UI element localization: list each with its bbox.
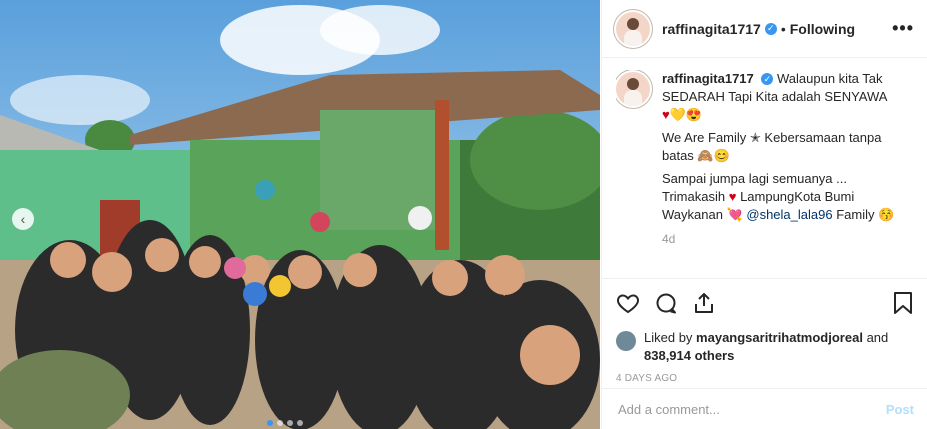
bookmark-icon[interactable]: [892, 291, 914, 315]
caption-text: raffinagita1717 ✓ Walaupun kita Tak SEDA…: [662, 70, 910, 224]
following-button[interactable]: Following: [790, 21, 855, 37]
heart-emoji: ♥: [728, 189, 737, 204]
post-actions: Liked by mayangsaritrihatmodjoreal and 8…: [602, 278, 927, 384]
carousel-dot: [297, 420, 303, 426]
liker-avatar[interactable]: [616, 331, 636, 351]
caption: raffinagita1717 ✓ Walaupun kita Tak SEDA…: [616, 70, 914, 224]
add-comment-bar: Post: [602, 388, 927, 429]
more-options-icon[interactable]: •••: [892, 18, 914, 39]
mention-link[interactable]: @shela_lala96: [746, 207, 832, 222]
carousel-dot: [287, 420, 293, 426]
heart-arrow-emoji: 💘: [726, 207, 743, 222]
separator-bullet: •: [780, 20, 786, 37]
post-photo[interactable]: ‹: [0, 0, 600, 429]
caption-text-part: Trimakasih: [662, 189, 726, 204]
post-sidebar: raffinagita1717 ✓ • Following ••• raffin…: [601, 0, 927, 429]
comment-input[interactable]: [616, 400, 886, 418]
caption-avatar[interactable]: [616, 72, 650, 106]
carousel-dot: [277, 420, 283, 426]
likes-summary: Liked by mayangsaritrihatmodjoreal and 8…: [616, 329, 914, 365]
likes-and: and: [866, 330, 889, 345]
carousel-dot: [267, 420, 273, 426]
author-username[interactable]: raffinagita1717: [662, 21, 761, 37]
photo-illustration: [0, 0, 600, 429]
caption-username[interactable]: raffinagita1717: [662, 71, 754, 86]
post-comment-button[interactable]: Post: [886, 402, 914, 417]
comment-icon[interactable]: [654, 291, 678, 315]
verified-badge-icon: ✓: [761, 73, 774, 85]
comments-section: raffinagita1717 ✓ Walaupun kita Tak SEDA…: [616, 70, 914, 275]
kiss-emoji: 😚: [878, 207, 895, 222]
previous-photo-button[interactable]: ‹: [12, 208, 34, 230]
caption-line: We Are Family ✭ Kebersamaan tanpa batas …: [662, 130, 882, 163]
post-header: raffinagita1717 ✓ • Following •••: [602, 0, 927, 58]
likes-count[interactable]: 838,914 others: [644, 348, 734, 363]
caption-emoji: ♥💛😍: [662, 107, 703, 122]
share-icon[interactable]: [692, 291, 716, 315]
carousel-dots: [267, 420, 303, 426]
author-avatar[interactable]: [616, 11, 650, 46]
posted-time[interactable]: 4 DAYS AGO: [616, 373, 914, 384]
caption-line: Sampai jumpa lagi semuanya ...: [662, 171, 847, 186]
heart-icon[interactable]: [616, 291, 640, 315]
caption-text-part: Family: [836, 207, 875, 222]
caption-timestamp[interactable]: 4d: [662, 232, 914, 246]
liker-username[interactable]: mayangsaritrihatmodjoreal: [696, 330, 863, 345]
verified-badge-icon: ✓: [764, 22, 777, 35]
likes-prefix: Liked by: [644, 330, 693, 345]
